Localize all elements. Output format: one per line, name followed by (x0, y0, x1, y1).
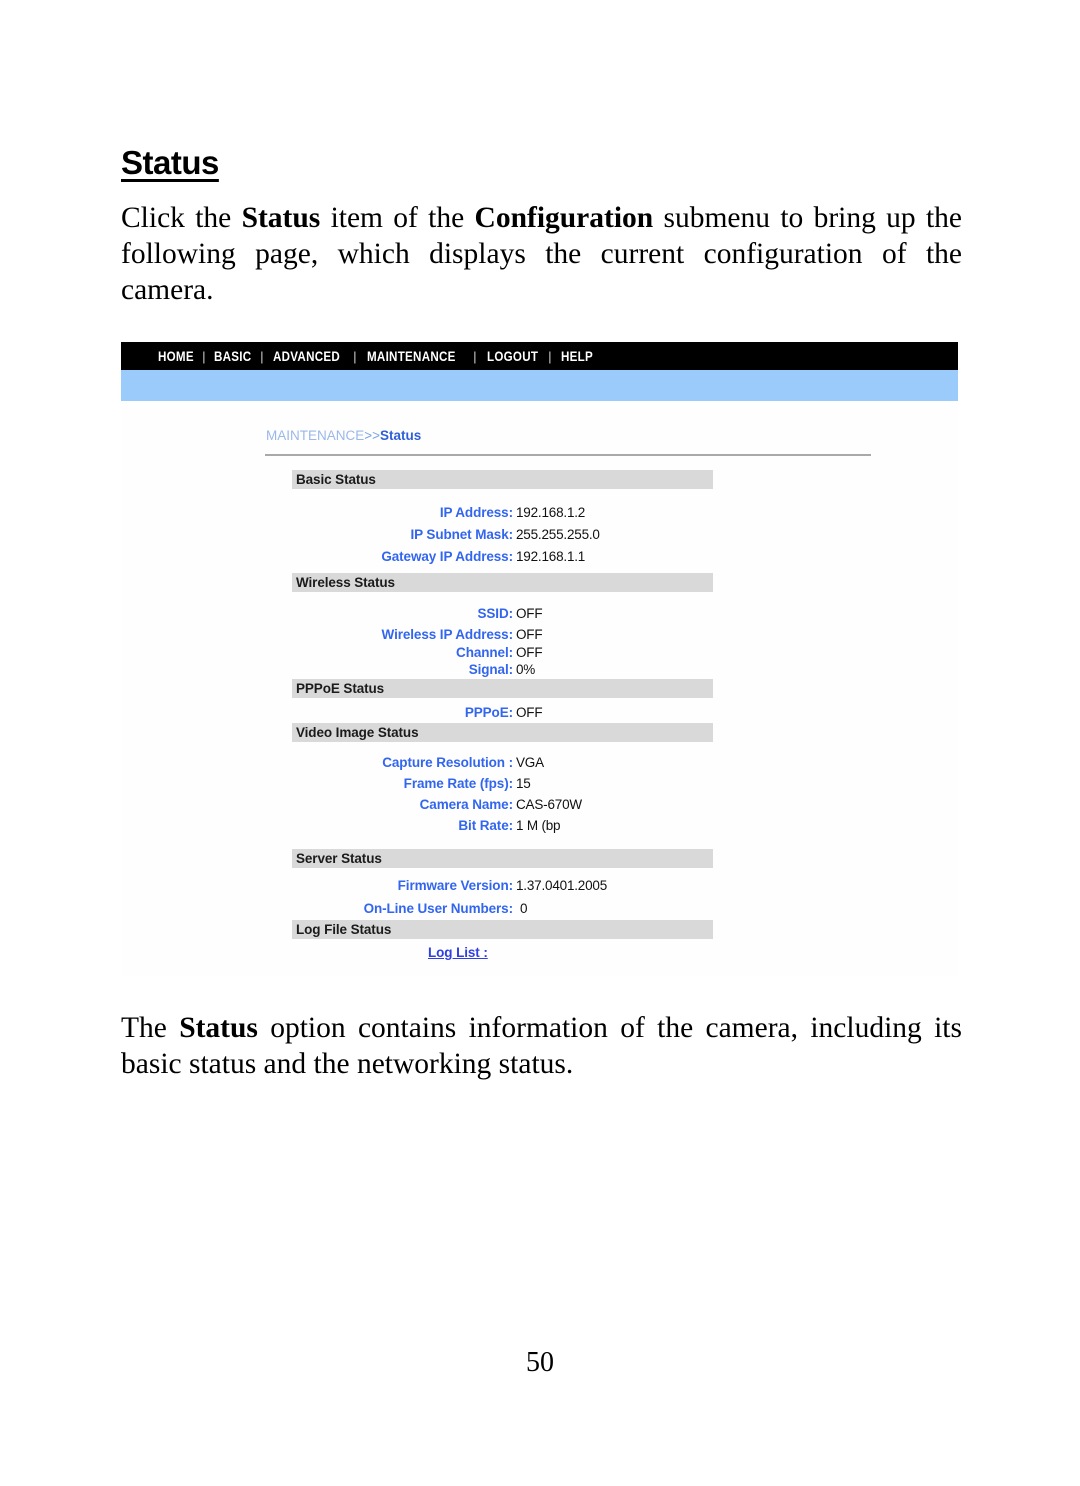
nav-separator: | (473, 348, 477, 364)
value-ssid: OFF (516, 606, 543, 621)
intro-paragraph: Click the Status item of the Configurati… (121, 200, 962, 308)
label-signal: Signal: (468, 662, 513, 677)
label-firmware-version: Firmware Version: (397, 878, 513, 893)
section-header-basic-status: Basic Status (292, 470, 713, 489)
value-signal: 0% (516, 662, 536, 677)
label-online-user-numbers: On-Line User Numbers: (363, 901, 514, 916)
row-log-list: Log List : (292, 942, 713, 963)
nav-separator: | (201, 348, 206, 364)
section-header-video-image-status: Video Image Status (292, 723, 713, 742)
section-header-server-status: Server Status (292, 849, 713, 868)
nav-separator: | (353, 348, 357, 364)
label-capture-resolution: Capture Resolution : (382, 755, 513, 770)
row-gateway-ip-address: Gateway IP Address: 192.168.1.1 (292, 546, 713, 567)
row-camera-name: Camera Name: CAS-670W (292, 794, 713, 815)
nav-separator: | (260, 348, 264, 364)
intro-bold-configuration: Configuration (474, 202, 654, 234)
label-bit-rate: Bit Rate: (458, 818, 513, 833)
nav-item-advanced[interactable]: ADVANCED (273, 349, 340, 364)
top-navigation-bar: HOME | BASIC | ADVANCED | MAINTENANCE | … (121, 342, 958, 370)
breadcrumb-current: Status (380, 428, 422, 443)
label-camera-name: Camera Name: (419, 797, 513, 812)
outro-text-part1: The (121, 1012, 180, 1044)
value-capture-resolution: VGA (516, 755, 544, 770)
intro-bold-status: Status (241, 202, 321, 234)
breadcrumb-parent[interactable]: MAINTENANCE (266, 428, 364, 443)
value-bit-rate: 1 M (bp (516, 818, 561, 833)
nav-item-logout[interactable]: LOGOUT (487, 349, 538, 364)
row-pppoe: PPPoE: OFF (292, 702, 713, 723)
value-firmware-version: 1.37.0401.2005 (516, 878, 608, 893)
row-ip-address: IP Address: 192.168.1.2 (292, 502, 713, 523)
page-number: 50 (526, 1347, 554, 1378)
nav-item-help[interactable]: HELP (561, 349, 593, 364)
row-signal: Signal: 0% (292, 659, 713, 680)
row-capture-resolution: Capture Resolution : VGA (292, 752, 713, 773)
row-ssid: SSID: OFF (292, 603, 713, 624)
value-gateway-ip-address: 192.168.1.1 (516, 549, 586, 564)
row-firmware-version: Firmware Version: 1.37.0401.2005 (292, 875, 713, 896)
label-gateway-ip-address: Gateway IP Address: (381, 549, 513, 564)
value-pppoe: OFF (516, 705, 543, 720)
breadcrumb-divider (265, 454, 871, 456)
outro-bold-status: Status (179, 1012, 258, 1044)
value-camera-name: CAS-670W (516, 797, 582, 812)
breadcrumb-separator: >> (364, 428, 381, 443)
nav-item-maintenance[interactable]: MAINTENANCE (367, 349, 456, 364)
section-header-log-file-status: Log File Status (292, 920, 713, 939)
row-online-user-numbers: On-Line User Numbers: 0 (292, 898, 713, 919)
row-frame-rate: Frame Rate (fps): 15 (292, 773, 713, 794)
label-pppoe: PPPoE: (464, 705, 513, 720)
row-ip-subnet-mask: IP Subnet Mask: 255.255.255.0 (292, 524, 713, 545)
camera-web-ui-screenshot: HOME | BASIC | ADVANCED | MAINTENANCE | … (121, 342, 958, 976)
nav-item-home[interactable]: HOME (158, 349, 194, 364)
outro-paragraph: The Status option contains information o… (121, 1010, 962, 1082)
nav-separator: | (548, 348, 552, 364)
intro-text-part1: Click the (121, 202, 242, 234)
label-frame-rate: Frame Rate (fps): (403, 776, 513, 791)
section-header-pppoe-status: PPPoE Status (292, 679, 713, 698)
page-title: Status (121, 144, 219, 181)
row-bit-rate: Bit Rate: 1 M (bp (292, 815, 713, 836)
nav-item-basic[interactable]: BASIC (214, 349, 251, 364)
breadcrumb: MAINTENANCE>>Status (266, 428, 421, 443)
value-ip-subnet-mask: 255.255.255.0 (516, 527, 600, 542)
label-ssid: SSID: (477, 606, 513, 621)
value-frame-rate: 15 (516, 776, 531, 791)
label-ip-subnet-mask: IP Subnet Mask: (410, 527, 513, 542)
value-online-user-numbers: 0 (520, 901, 528, 916)
value-ip-address: 192.168.1.2 (516, 505, 586, 520)
intro-text-part2: item of the (320, 202, 475, 234)
log-list-link[interactable]: Log List : (428, 942, 488, 963)
section-header-wireless-status: Wireless Status (292, 573, 713, 592)
accent-band (121, 370, 958, 401)
label-ip-address: IP Address: (439, 505, 513, 520)
